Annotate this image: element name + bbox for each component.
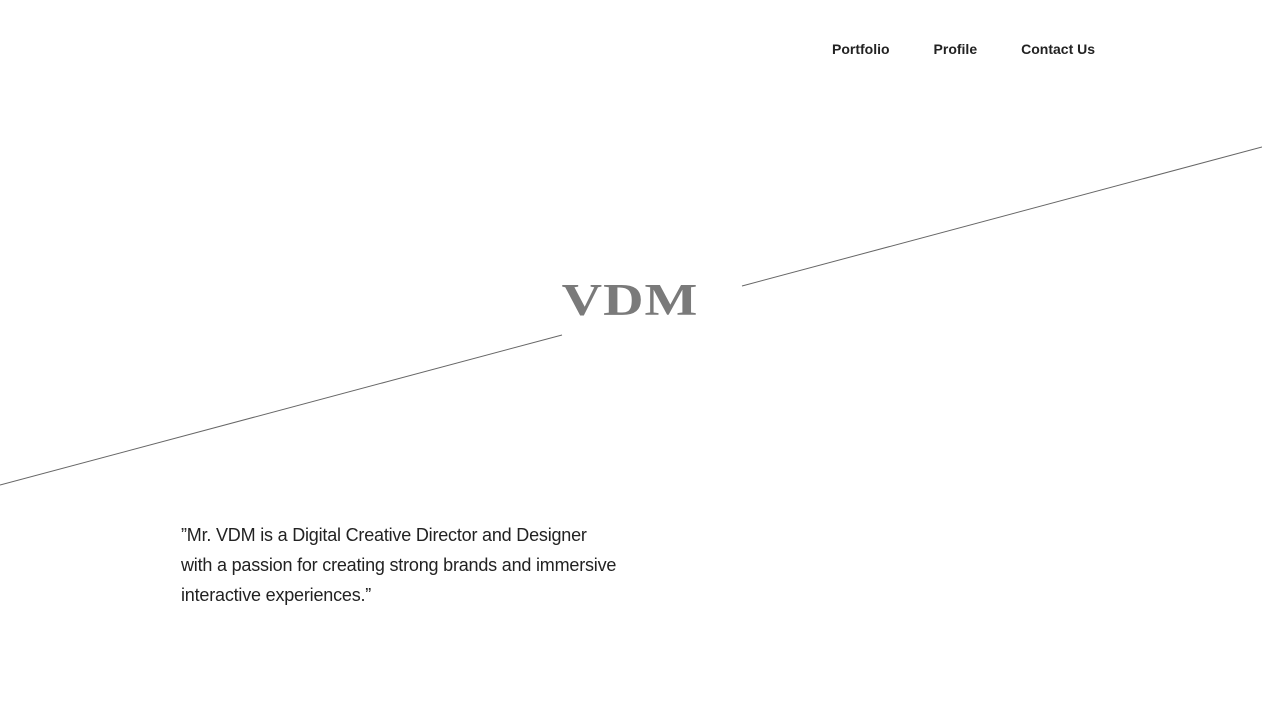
nav-link-portfolio[interactable]: Portfolio <box>832 40 890 58</box>
nav-link-contact-us[interactable]: Contact Us <box>1021 40 1095 58</box>
diagonal-line-left <box>0 334 563 486</box>
hero-decoration <box>0 146 1262 486</box>
diagonal-line-right <box>741 146 1262 287</box>
vdm-logo[interactable]: VDM <box>526 277 734 323</box>
nav-link-profile[interactable]: Profile <box>934 40 978 58</box>
intro-quote: ”Mr. VDM is a Digital Creative Director … <box>181 525 617 605</box>
main-nav: Portfolio Profile Contact Us <box>832 40 1095 58</box>
